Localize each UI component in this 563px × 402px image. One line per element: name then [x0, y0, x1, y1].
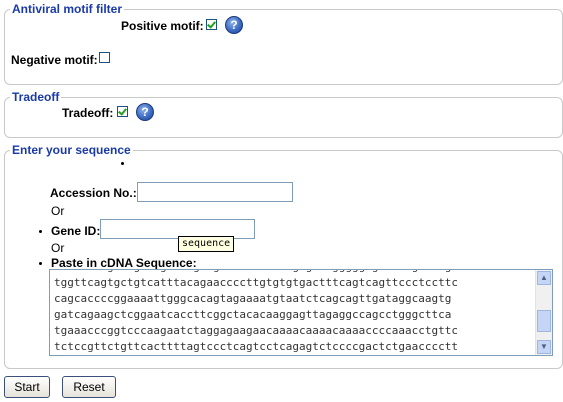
- sequence-legend: Enter your sequence: [10, 143, 133, 157]
- sequence-line: tctccgttctgttcacttttagtccctcagtcctcagagt…: [54, 340, 458, 353]
- or-text: Or: [51, 204, 65, 218]
- or-text: Or: [51, 241, 65, 255]
- tradeoff-fieldset: Tradeoff Tradeoff: ?: [4, 90, 563, 138]
- antiviral-motif-legend: Antiviral motif filter: [10, 2, 125, 16]
- positive-motif-label: Positive motif:: [121, 19, 204, 33]
- help-icon[interactable]: ?: [225, 16, 243, 34]
- antiviral-motif-fieldset: Antiviral motif filter Positive motif: ?…: [4, 2, 563, 85]
- start-button[interactable]: Start: [4, 376, 50, 398]
- tradeoff-checkbox[interactable]: [117, 106, 128, 117]
- tradeoff-label: Tradeoff:: [62, 106, 114, 120]
- positive-motif-checkbox[interactable]: [206, 19, 217, 30]
- help-icon[interactable]: ?: [136, 103, 154, 121]
- scrollbar-thumb[interactable]: [537, 310, 551, 332]
- reset-button[interactable]: Reset: [62, 376, 116, 398]
- sequence-line: gatcagaagctcggaatcaccttcggctacacaaggagtt…: [54, 308, 452, 321]
- sequence-fieldset: Enter your sequence Accession No.: Or Ge…: [4, 143, 563, 369]
- list-bullet: [121, 162, 124, 165]
- accession-input[interactable]: [137, 182, 293, 202]
- sequence-line: cagcaccccggaaaattgggcacagtagaaaatgtaatct…: [54, 292, 452, 305]
- scroll-up-arrow-icon[interactable]: ▲: [537, 271, 551, 285]
- list-bullet: [39, 230, 42, 233]
- negative-motif-label: Negative motif:: [11, 53, 98, 67]
- gene-id-label: Gene ID:: [51, 224, 101, 238]
- sequence-line: tggttcagtgctgtcatttacagaaccccttgtgtgtgac…: [54, 276, 458, 289]
- cdna-sequence-textarea[interactable]: atcctcccgtccgtccgtcaagatgtcaccccaaccgcgc…: [49, 269, 553, 356]
- sequence-line: tgaaacccggtcccaagaatctaggagaagaacaaaacaa…: [54, 324, 458, 337]
- cdna-label: Paste in cDNA Sequence:: [51, 256, 197, 270]
- tradeoff-legend: Tradeoff: [10, 90, 62, 104]
- negative-motif-checkbox[interactable]: [99, 52, 110, 63]
- scroll-down-arrow-icon[interactable]: ▼: [537, 340, 551, 354]
- sequence-tooltip: sequence: [178, 236, 235, 252]
- accession-label: Accession No.:: [50, 186, 137, 200]
- list-bullet: [39, 262, 42, 265]
- textarea-scrollbar[interactable]: ▲ ▼: [535, 270, 552, 355]
